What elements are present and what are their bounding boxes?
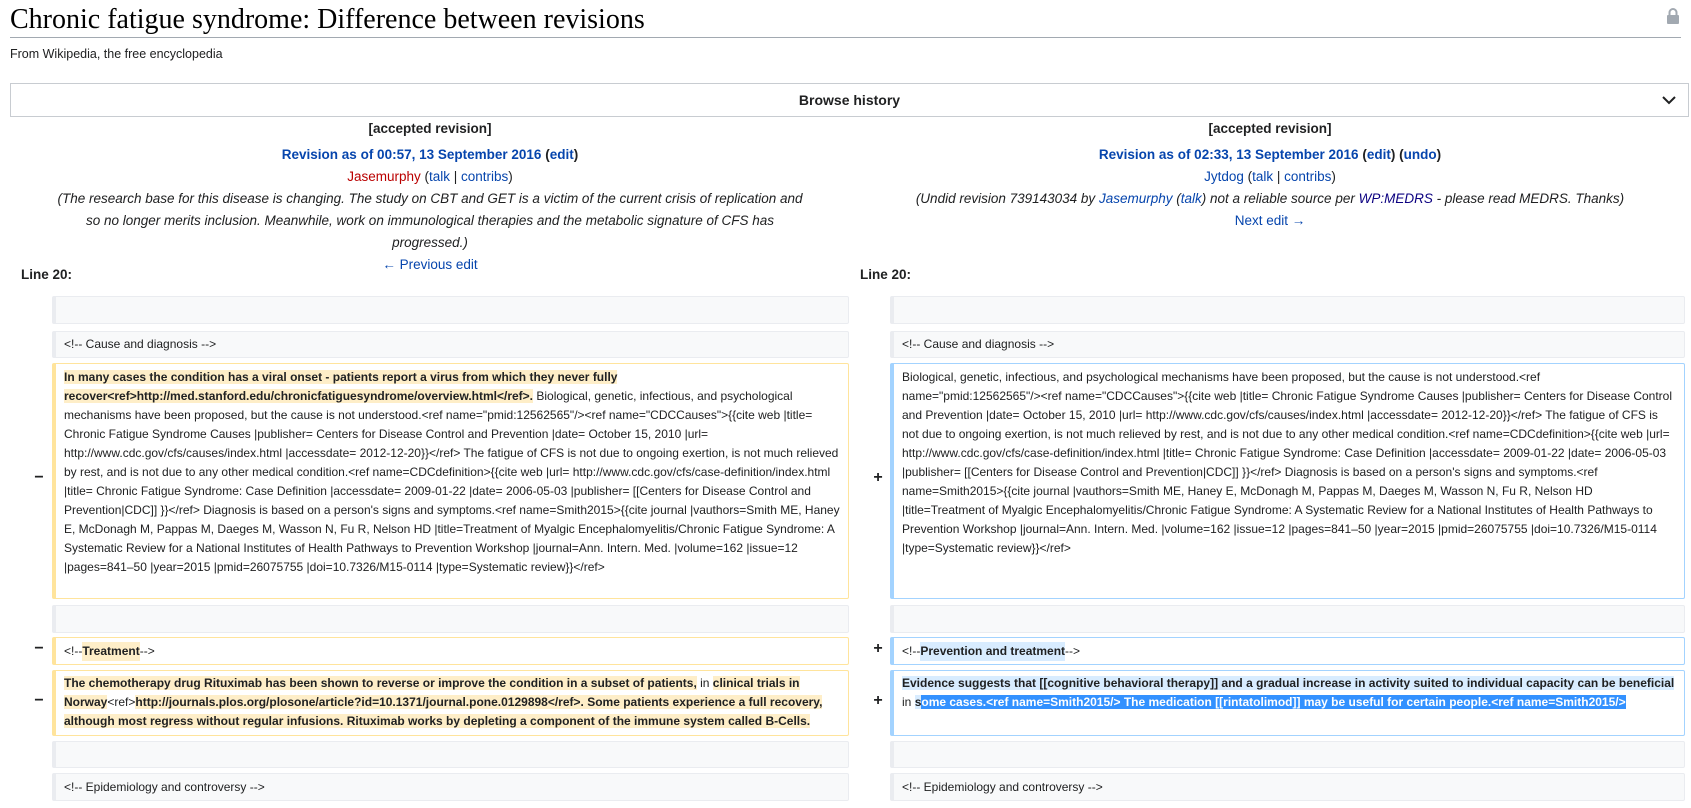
next-edit-link[interactable]: Next edit → <box>1235 213 1306 228</box>
right-edit-summary: (Undid revision 739143034 by Jasemurphy … <box>915 191 1625 206</box>
left-user-link[interactable]: Jasemurphy <box>347 169 421 184</box>
diff-context-line: <!-- Cause and diagnosis --> <box>52 331 849 358</box>
chevron-down-icon[interactable] <box>1660 91 1678 109</box>
accepted-label: [accepted revision] <box>368 121 492 136</box>
diff-context-empty <box>52 741 849 768</box>
title-divider <box>10 37 1681 38</box>
diff-minus-marker: − <box>34 469 44 486</box>
diff-plus-marker: + <box>873 692 883 709</box>
medrs-link[interactable]: WP:MEDRS <box>1359 191 1433 206</box>
diff-added-line: Biological, genetic, infectious, and psy… <box>890 363 1685 599</box>
diff-deleted-line: The chemotherapy drug Rituximab has been… <box>52 670 849 736</box>
diff-context-empty <box>890 741 1685 768</box>
diff-context-empty <box>52 605 849 633</box>
diff-added-line: <!-- Prevention and treatment --> <box>890 637 1685 665</box>
tagline: From Wikipedia, the free encyclopedia <box>10 47 223 61</box>
left-edit-summary: (The research base for this disease is c… <box>57 191 803 250</box>
left-revision-header: [accepted revision] Revision as of 00:57… <box>50 118 810 276</box>
diff-context-empty <box>890 296 1685 324</box>
diff-context-line: <!-- Cause and diagnosis --> <box>890 331 1685 358</box>
right-talk-link[interactable]: talk <box>1252 169 1273 184</box>
diff-deleted-line: In many cases the condition has a viral … <box>52 363 849 599</box>
lock-icon[interactable] <box>1665 7 1681 25</box>
left-talk-link[interactable]: talk <box>429 169 450 184</box>
deleted-text: Treatment <box>82 641 140 661</box>
diff-plus-marker: + <box>873 469 883 486</box>
browse-history-label: Browse history <box>798 92 901 108</box>
diff-context-line: <!-- Epidemiology and controversy --> <box>52 773 849 801</box>
right-edit-link[interactable]: edit <box>1367 147 1391 162</box>
diff-minus-marker: − <box>34 640 44 657</box>
summary-talk-link[interactable]: talk <box>1181 191 1202 206</box>
left-line-number: Line 20: <box>21 267 73 282</box>
right-revision-link[interactable]: Revision as of 02:33, 13 September 2016 <box>1099 147 1359 162</box>
summary-user-link[interactable]: Jasemurphy <box>1099 191 1173 206</box>
right-revision-header: [accepted revision] Revision as of 02:33… <box>890 118 1650 232</box>
added-text: Prevention and treatment <box>920 641 1066 661</box>
right-contribs-link[interactable]: contribs <box>1284 169 1331 184</box>
right-user-link[interactable]: Jytdog <box>1204 169 1244 184</box>
right-line-number: Line 20: <box>860 267 912 282</box>
left-revision-link[interactable]: Revision as of 00:57, 13 September 2016 <box>282 147 542 162</box>
diff-context-line: <!-- Epidemiology and controversy --> <box>890 773 1685 801</box>
left-edit-link[interactable]: edit <box>550 147 574 162</box>
previous-edit-link[interactable]: ← Previous edit <box>382 257 477 272</box>
diff-added-line: Evidence suggests that [[cognitive behav… <box>890 670 1685 736</box>
diff-context-empty <box>890 605 1685 633</box>
diff-minus-marker: − <box>34 692 44 709</box>
page-title: Chronic fatigue syndrome: Difference bet… <box>10 4 645 35</box>
left-contribs-link[interactable]: contribs <box>461 169 508 184</box>
undo-link[interactable]: undo <box>1404 147 1437 162</box>
unchanged-text: Biological, genetic, infectious, and psy… <box>64 389 840 574</box>
text-selection: ome cases.<ref name=Smith2015/> The medi… <box>921 695 1626 709</box>
diff-plus-marker: + <box>873 640 883 657</box>
browse-history-bar[interactable]: Browse history <box>10 83 1689 117</box>
accepted-label: [accepted revision] <box>1208 121 1332 136</box>
diff-context-empty <box>52 296 849 324</box>
diff-deleted-line: <!-- Treatment --> <box>52 637 849 665</box>
